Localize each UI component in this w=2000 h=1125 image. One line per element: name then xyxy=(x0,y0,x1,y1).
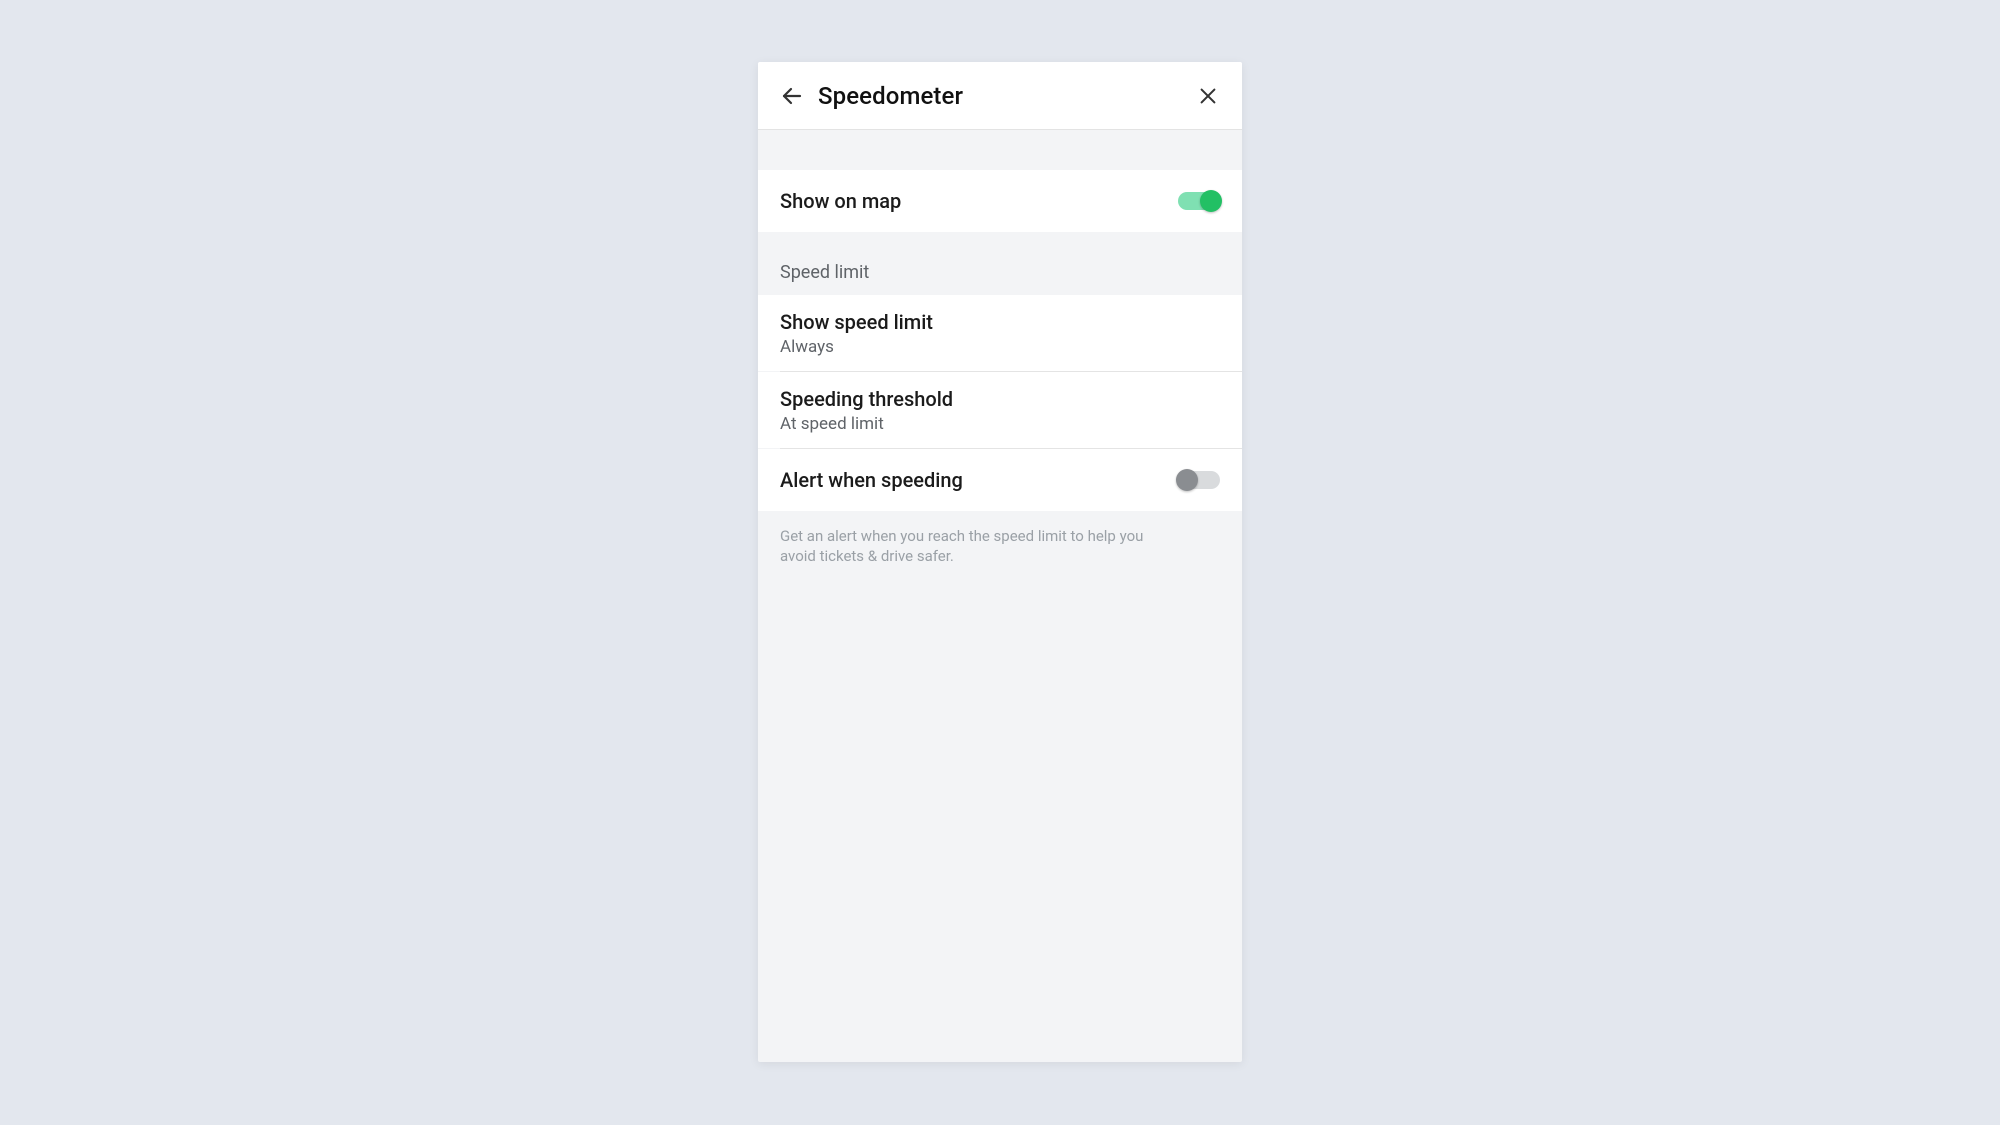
close-icon xyxy=(1197,85,1219,107)
arrow-left-icon xyxy=(780,84,804,108)
back-button[interactable] xyxy=(778,82,806,110)
alert-when-speeding-row[interactable]: Alert when speeding xyxy=(758,449,1242,511)
show-on-map-toggle[interactable] xyxy=(1178,192,1220,210)
show-speed-limit-value: Always xyxy=(780,337,1220,357)
show-on-map-label: Show on map xyxy=(780,189,901,213)
show-on-map-row[interactable]: Show on map xyxy=(758,170,1242,232)
alert-footer-text: Get an alert when you reach the speed li… xyxy=(758,511,1198,582)
speeding-threshold-value: At speed limit xyxy=(780,414,1220,434)
alert-when-speeding-toggle[interactable] xyxy=(1178,471,1220,489)
page-title: Speedometer xyxy=(818,82,1194,110)
spacer xyxy=(758,130,1242,170)
show-speed-limit-row[interactable]: Show speed limit Always xyxy=(758,295,1242,371)
speed-limit-section-header: Speed limit xyxy=(758,232,1242,295)
show-speed-limit-label: Show speed limit xyxy=(780,310,1220,334)
close-button[interactable] xyxy=(1194,82,1222,110)
speedometer-settings-panel: Speedometer Show on map Speed limit Show… xyxy=(758,62,1242,1062)
header: Speedometer xyxy=(758,62,1242,130)
speeding-threshold-label: Speeding threshold xyxy=(780,387,1220,411)
alert-when-speeding-label: Alert when speeding xyxy=(780,468,1178,492)
speeding-threshold-row[interactable]: Speeding threshold At speed limit xyxy=(758,372,1242,448)
